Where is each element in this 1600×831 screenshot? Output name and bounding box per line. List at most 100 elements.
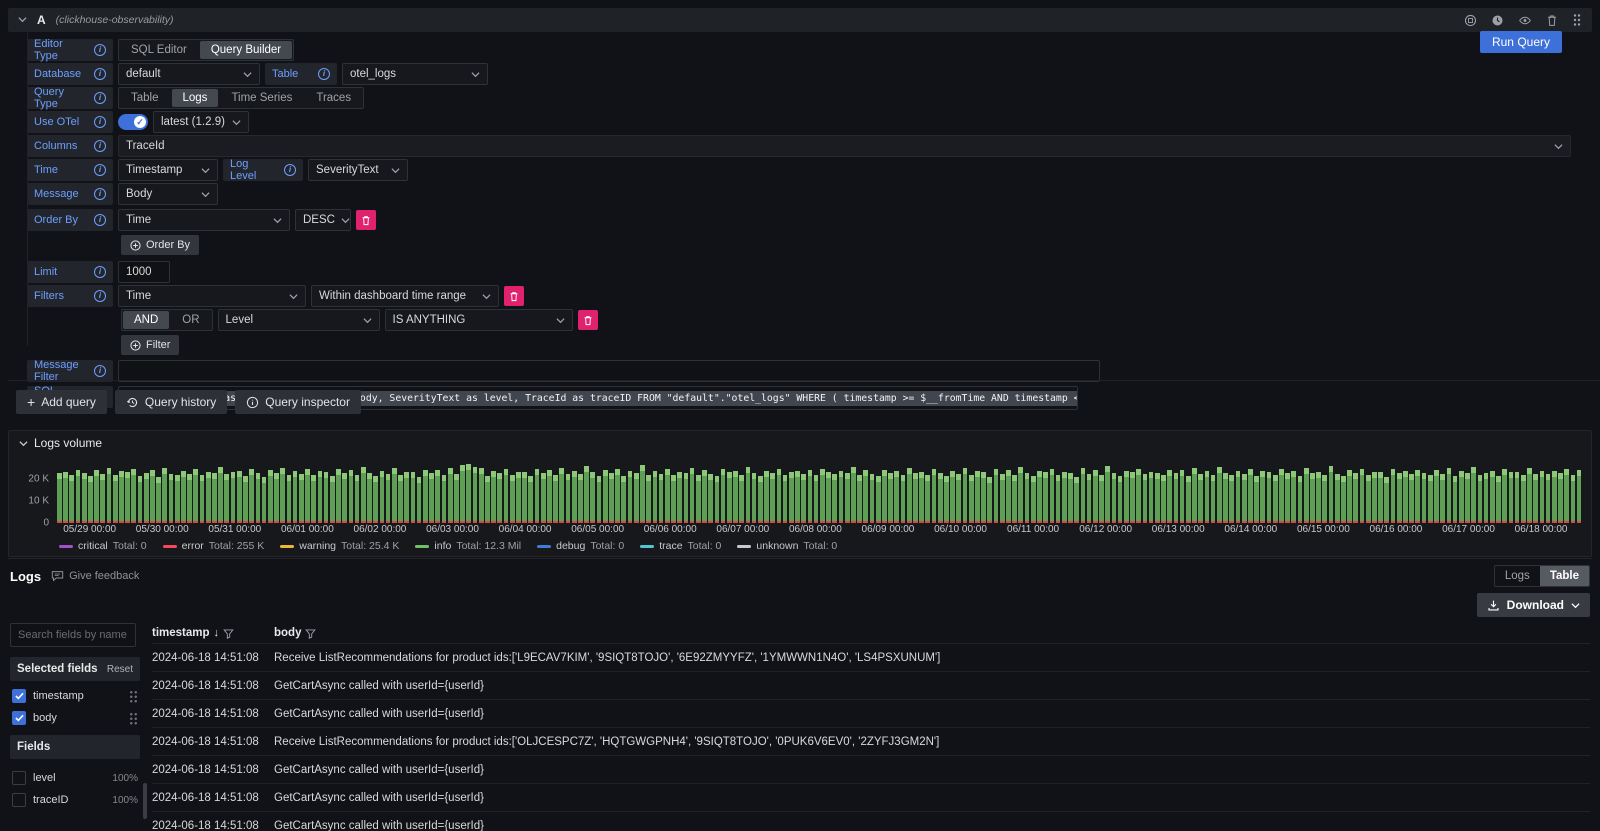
columns-multiselect[interactable]: TraceId xyxy=(118,135,1571,157)
query-type-logs[interactable]: Logs xyxy=(172,89,219,107)
drag-handle-icon[interactable] xyxy=(129,690,138,703)
give-feedback-link[interactable]: Give feedback xyxy=(51,570,139,582)
info-icon[interactable]: i xyxy=(94,214,106,226)
query-type-table[interactable]: Table xyxy=(120,89,170,107)
field-row-timestamp[interactable]: timestamp xyxy=(10,685,140,707)
field-row-traceID[interactable]: traceID100% xyxy=(10,789,140,811)
body-column-header[interactable]: body xyxy=(274,627,316,639)
delete-query-icon[interactable] xyxy=(1546,14,1558,27)
order-by-field-select[interactable]: Time xyxy=(118,209,290,231)
filter2-operator-select[interactable]: IS ANYTHING xyxy=(385,309,573,331)
drag-handle-icon[interactable] xyxy=(129,712,138,725)
checkbox-unchecked[interactable] xyxy=(12,771,26,785)
filter2-field-select[interactable]: Level xyxy=(218,309,380,331)
checkbox-unchecked[interactable] xyxy=(12,793,26,807)
field-row-body[interactable]: body xyxy=(10,707,140,729)
legend-item-unknown[interactable]: unknownTotal: 0 xyxy=(737,540,837,552)
info-icon[interactable]: i xyxy=(94,44,106,56)
volume-bar xyxy=(746,467,751,523)
view-toggle-table[interactable]: Table xyxy=(1540,566,1589,586)
legend-item-critical[interactable]: criticalTotal: 0 xyxy=(59,540,147,552)
remove-filter2-button[interactable] xyxy=(578,310,598,330)
volume-bar xyxy=(268,470,273,523)
use-otel-toggle[interactable]: ✓ xyxy=(118,111,148,133)
otel-version-select[interactable]: latest (1.2.9) xyxy=(153,111,249,133)
query-row-header[interactable]: A (clickhouse-observability) xyxy=(8,8,1592,32)
limit-input[interactable] xyxy=(118,261,170,283)
run-query-button[interactable]: Run Query xyxy=(1480,31,1562,53)
filter1-value-select[interactable]: Within dashboard time range xyxy=(311,285,499,307)
add-filter-button[interactable]: Filter xyxy=(121,335,179,355)
legend-item-error[interactable]: errorTotal: 255 K xyxy=(163,540,265,552)
info-icon[interactable]: i xyxy=(94,68,106,80)
checkbox-checked[interactable] xyxy=(12,711,26,725)
legend-swatch xyxy=(280,545,294,548)
info-icon[interactable]: i xyxy=(284,164,296,176)
query-type-time-series[interactable]: Time Series xyxy=(220,89,303,107)
filter-operator-or[interactable]: OR xyxy=(171,311,210,329)
query-history-icon[interactable] xyxy=(1491,14,1504,27)
query-type-traces[interactable]: Traces xyxy=(305,89,362,107)
plus-icon: + xyxy=(27,394,35,410)
volume-bar xyxy=(1571,475,1576,523)
info-icon[interactable]: i xyxy=(318,68,330,80)
field-row-level[interactable]: level100% xyxy=(10,767,140,789)
log-table-row[interactable]: 2024-06-18 14:51:08Receive ListRecommend… xyxy=(152,727,1590,755)
editor-type-query-builder[interactable]: Query Builder xyxy=(200,41,292,59)
field-name: body xyxy=(33,712,122,724)
checkbox-checked[interactable] xyxy=(12,689,26,703)
log-table-row[interactable]: 2024-06-18 14:51:08GetCartAsync called w… xyxy=(152,699,1590,727)
log-table-row[interactable]: 2024-06-18 14:51:08GetCartAsync called w… xyxy=(152,671,1590,699)
filter1-field-select[interactable]: Time xyxy=(118,285,306,307)
duplicate-query-icon[interactable] xyxy=(1464,14,1477,27)
columns-label: Columnsi xyxy=(27,135,113,157)
log-table-row[interactable]: 2024-06-18 14:51:08GetCartAsync called w… xyxy=(152,755,1590,783)
query-inspector-button[interactable]: Query inspector xyxy=(235,390,361,414)
table-select[interactable]: otel_logs xyxy=(342,63,488,85)
legend-swatch xyxy=(640,545,654,548)
editor-type-sql-editor[interactable]: SQL Editor xyxy=(120,41,198,59)
query-history-button[interactable]: Query history xyxy=(115,390,227,414)
add-order-by-button[interactable]: Order By xyxy=(121,235,199,255)
log-table-row[interactable]: 2024-06-18 14:51:08Receive ListRecommend… xyxy=(152,643,1590,671)
legend-item-trace[interactable]: traceTotal: 0 xyxy=(640,540,721,552)
drag-handle-icon[interactable] xyxy=(1572,13,1582,27)
time-column-select[interactable]: Timestamp xyxy=(118,159,218,181)
info-icon[interactable]: i xyxy=(94,290,106,302)
legend-item-info[interactable]: infoTotal: 12.3 Mil xyxy=(415,540,521,552)
info-icon[interactable]: i xyxy=(94,164,106,176)
info-icon[interactable]: i xyxy=(94,365,106,377)
info-icon[interactable]: i xyxy=(94,116,106,128)
reset-fields-button[interactable]: Reset xyxy=(107,664,133,675)
logs-volume-title[interactable]: Logs volume xyxy=(9,431,1591,455)
message-filter-input[interactable] xyxy=(118,360,1100,382)
filter-operator-and[interactable]: AND xyxy=(123,311,169,329)
filter-funnel-icon[interactable] xyxy=(223,628,234,639)
remove-order-by-button[interactable] xyxy=(356,210,376,230)
volume-bar xyxy=(528,476,533,523)
log-table-row[interactable]: 2024-06-18 14:51:08GetCartAsync called w… xyxy=(152,811,1590,831)
database-select[interactable]: default xyxy=(118,63,260,85)
log-level-column-select[interactable]: SeverityText xyxy=(308,159,408,181)
legend-item-warning[interactable]: warningTotal: 25.4 K xyxy=(280,540,399,552)
search-fields-input[interactable] xyxy=(10,623,136,647)
sidebar-scrollbar[interactable] xyxy=(143,783,147,819)
download-button[interactable]: Download xyxy=(1477,593,1590,617)
view-toggle-logs[interactable]: Logs xyxy=(1495,566,1540,586)
info-icon[interactable]: i xyxy=(94,266,106,278)
collapse-chevron-icon[interactable] xyxy=(18,13,27,27)
log-table-row[interactable]: 2024-06-18 14:51:08GetCartAsync called w… xyxy=(152,783,1590,811)
info-icon[interactable]: i xyxy=(94,188,106,200)
message-column-select[interactable]: Body xyxy=(118,183,218,205)
volume-bar xyxy=(435,470,440,523)
timestamp-column-header[interactable]: timestamp ↓ xyxy=(152,627,274,639)
order-by-direction-select[interactable]: DESC xyxy=(295,209,351,231)
info-icon[interactable]: i xyxy=(94,92,106,104)
remove-filter1-button[interactable] xyxy=(504,286,524,306)
info-icon[interactable]: i xyxy=(94,140,106,152)
legend-item-debug[interactable]: debugTotal: 0 xyxy=(537,540,624,552)
sort-desc-icon[interactable]: ↓ xyxy=(214,627,220,639)
filter-funnel-icon[interactable] xyxy=(305,628,316,639)
add-query-button[interactable]: + Add query xyxy=(16,390,107,414)
hide-response-eye-icon[interactable] xyxy=(1518,14,1532,27)
